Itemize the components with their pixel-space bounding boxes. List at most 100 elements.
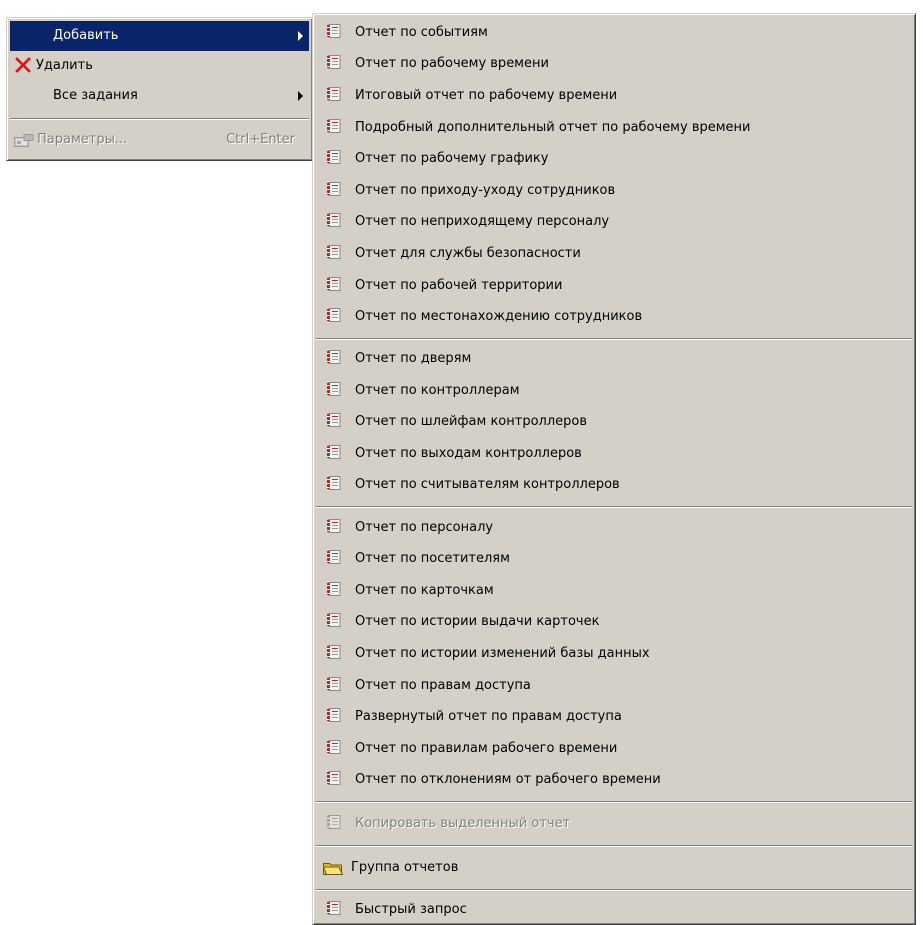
report-icon <box>327 182 341 197</box>
report-icon <box>327 901 341 916</box>
submenu-item-label: Отчет по считывателям контроллеров <box>355 477 620 492</box>
submenu-item-label: Итоговый отчет по рабочему времени <box>355 88 618 103</box>
submenu-item[interactable]: Подробный дополнительный отчет по рабоче… <box>316 113 912 143</box>
submenu-item-label: Отчет по правилам рабочего времени <box>355 741 618 756</box>
submenu-item-label: Отчет по местонахождению сотрудников <box>355 309 643 324</box>
report-icon <box>327 350 341 365</box>
submenu-item[interactable]: Отчет по шлейфам контроллеров <box>316 407 912 437</box>
report-icon <box>327 87 341 102</box>
submenu-item-label: Отчет по истории изменений базы данных <box>355 646 650 661</box>
report-icon <box>327 582 341 597</box>
report-icon <box>327 740 341 755</box>
submenu-item[interactable]: Отчет по персоналу <box>316 513 912 543</box>
submenu-item-label: Развернутый отчет по правам доступа <box>355 709 622 724</box>
report-group-label: Группа отчетов <box>351 860 459 875</box>
submenu-item[interactable]: Отчет по рабочему времени <box>316 49 912 79</box>
menu-item-parameters[interactable]: Параметры... Ctrl+Enter <box>10 125 309 155</box>
submenu-item-label: Отчет по событиям <box>355 25 488 40</box>
chevron-right-icon <box>298 91 303 101</box>
submenu-item-label: Отчет по рабочему графику <box>355 151 549 166</box>
submenu-item[interactable]: Отчет по истории выдачи карточек <box>316 607 912 637</box>
context-menu: Добавить Удалить Все задания Параметры..… <box>6 17 313 161</box>
menu-item-delete[interactable]: Удалить <box>10 51 309 81</box>
report-icon <box>327 382 341 397</box>
menu-item-delete-label: Удалить <box>36 58 93 73</box>
quick-query-item[interactable]: Быстрый запрос <box>316 895 912 925</box>
submenu-item-label: Отчет по рабочему времени <box>355 56 549 71</box>
menu-item-add[interactable]: Добавить <box>10 21 309 51</box>
submenu-item[interactable]: Отчет по отклонениям от рабочего времени <box>316 765 912 795</box>
submenu-item-label: Отчет по персоналу <box>355 520 494 535</box>
report-icon <box>327 119 341 134</box>
copy-selected-report-label: Копировать выделенный отчет <box>355 816 571 831</box>
report-icon <box>327 677 341 692</box>
submenu-item-label: Отчет по правам доступа <box>355 678 531 693</box>
menu-item-add-label: Добавить <box>53 28 119 43</box>
parameters-icon <box>14 134 34 147</box>
submenu-item[interactable]: Отчет по рабочей территории <box>316 271 912 301</box>
submenu-item[interactable]: Отчет по рабочему графику <box>316 144 912 174</box>
submenu-item-label: Отчет по отклонениям от рабочего времени <box>355 772 661 787</box>
report-icon <box>327 150 341 165</box>
menu-separator <box>316 338 912 340</box>
submenu-item[interactable]: Отчет по правам доступа <box>316 671 912 701</box>
report-icon <box>327 708 341 723</box>
submenu-item[interactable]: Отчет по приходу-уходу сотрудников <box>316 176 912 206</box>
submenu-item[interactable]: Отчет по посетителям <box>316 544 912 574</box>
menu-item-all-tasks-label: Все задания <box>53 88 138 103</box>
report-icon <box>327 277 341 292</box>
add-submenu: Отчет по событиям Отчет по рабочему врем… <box>312 13 916 925</box>
quick-query-label: Быстрый запрос <box>355 902 467 917</box>
menu-item-all-tasks[interactable]: Все задания <box>10 81 309 111</box>
copy-selected-report-item[interactable]: Копировать выделенный отчет <box>316 809 912 839</box>
report-icon <box>327 245 341 260</box>
report-icon <box>327 476 341 491</box>
submenu-item-label: Отчет по шлейфам контроллеров <box>355 414 588 429</box>
report-icon <box>327 445 341 460</box>
submenu-item[interactable]: Отчет по событиям <box>316 18 912 48</box>
submenu-item-label: Отчет по посетителям <box>355 551 510 566</box>
submenu-item-label: Отчет по карточкам <box>355 583 494 598</box>
submenu-item-label: Отчет по приходу-уходу сотрудников <box>355 183 616 198</box>
submenu-item[interactable]: Отчет по считывателям контроллеров <box>316 470 912 500</box>
report-icon <box>327 645 341 660</box>
submenu-item[interactable]: Отчет по правилам рабочего времени <box>316 734 912 764</box>
submenu-item-label: Отчет по дверям <box>355 351 472 366</box>
report-icon <box>327 550 341 565</box>
shortcut-label: Ctrl+Enter <box>226 132 295 147</box>
submenu-item[interactable]: Отчет по выходам контроллеров <box>316 439 912 469</box>
report-icon <box>327 24 341 39</box>
submenu-item-label: Отчет по контроллерам <box>355 383 520 398</box>
menu-separator <box>316 845 912 847</box>
folder-icon <box>323 863 343 875</box>
submenu-item[interactable]: Отчет по местонахождению сотрудников <box>316 302 912 332</box>
menu-separator <box>316 889 912 891</box>
report-icon <box>327 815 341 830</box>
submenu-item-label: Отчет по выходам контроллеров <box>355 446 582 461</box>
submenu-item[interactable]: Итоговый отчет по рабочему времени <box>316 81 912 111</box>
submenu-item[interactable]: Отчет по контроллерам <box>316 376 912 406</box>
report-icon <box>327 771 341 786</box>
report-icon <box>327 519 341 534</box>
report-icon <box>327 613 341 628</box>
menu-separator <box>10 118 309 120</box>
submenu-item-label: Отчет по рабочей территории <box>355 278 563 293</box>
submenu-item-label: Отчет для службы безопасности <box>355 246 581 261</box>
submenu-item[interactable]: Отчет по неприходящему персоналу <box>316 207 912 237</box>
report-group-item[interactable]: Группа отчетов <box>316 853 912 883</box>
chevron-right-icon <box>298 31 303 41</box>
delete-x-icon <box>15 57 31 73</box>
submenu-item[interactable]: Отчет по истории изменений базы данных <box>316 639 912 669</box>
report-icon <box>327 213 341 228</box>
submenu-item[interactable]: Отчет по карточкам <box>316 576 912 606</box>
report-icon <box>327 413 341 428</box>
submenu-item[interactable]: Отчет для службы безопасности <box>316 239 912 269</box>
submenu-item-label: Отчет по неприходящему персоналу <box>355 214 610 229</box>
submenu-item[interactable]: Отчет по дверям <box>316 344 912 374</box>
menu-separator <box>316 801 912 803</box>
report-icon <box>327 55 341 70</box>
submenu-item[interactable]: Развернутый отчет по правам доступа <box>316 702 912 732</box>
submenu-item-label: Подробный дополнительный отчет по рабоче… <box>355 120 751 135</box>
submenu-item-label: Отчет по истории выдачи карточек <box>355 614 600 629</box>
menu-separator <box>316 506 912 508</box>
